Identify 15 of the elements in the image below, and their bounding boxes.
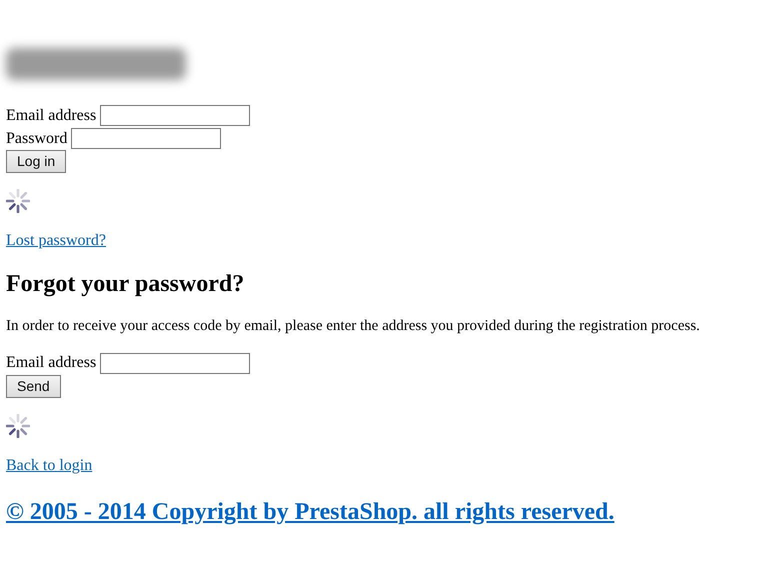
copyright-link[interactable]: © 2005 - 2014 Copyright by PrestaShop. all rights reserved. [6,494,614,530]
instruction-text: In order to receive your access code by email, please enter the address you provided during the registration process. [6,317,701,336]
submit-button[interactable]: Send [6,374,61,398]
input-field[interactable] [71,128,222,149]
lost-password-link[interactable]: Lost password? [6,229,106,253]
loading-spinner-icon [6,189,30,213]
field-label: Password [6,128,68,148]
loading-spinner-icon [6,414,30,438]
input-field[interactable] [100,352,250,374]
submit-button[interactable]: Log in [6,150,66,173]
field-label: Email address [6,106,96,126]
back-to-login-link[interactable]: Back to login [6,454,92,478]
input-field[interactable] [100,105,250,126]
section-heading: Forgot your password? [6,270,246,299]
field-label: Email address [6,353,96,373]
